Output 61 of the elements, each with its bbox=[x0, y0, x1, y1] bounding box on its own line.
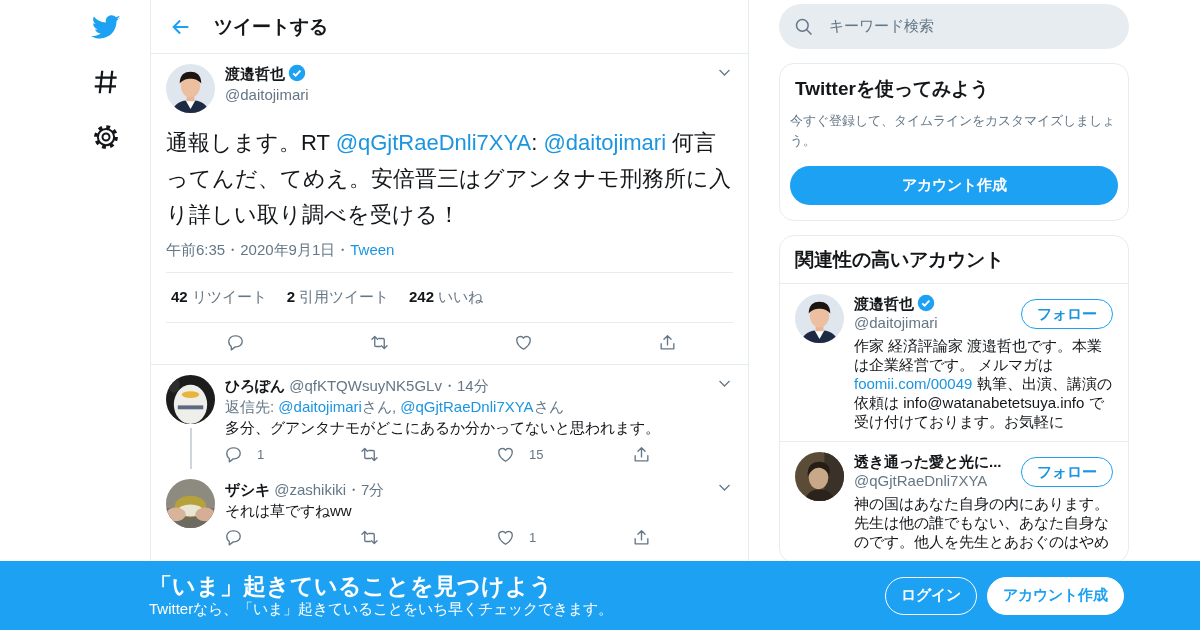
user-name[interactable]: ザシキ bbox=[225, 481, 270, 498]
user-name[interactable]: ひろぽん bbox=[225, 377, 285, 394]
stat-link[interactable]: 2 引用ツイート bbox=[286, 288, 390, 307]
banner-subtitle: Twitterなら、「いま」起きていることをいち早くチェックできます。 bbox=[149, 600, 614, 618]
stat-link[interactable]: 42 リツイート bbox=[171, 288, 267, 307]
banner-title: 「いま」起きていることを見つけよう bbox=[149, 573, 554, 600]
retweet-icon bbox=[360, 528, 379, 547]
like-icon bbox=[496, 445, 515, 464]
reply-icon bbox=[226, 333, 245, 352]
search-icon bbox=[794, 16, 814, 37]
card-title: Twitterを使ってみよう bbox=[795, 77, 990, 101]
user-handle[interactable]: @zashikiki・7分 bbox=[274, 481, 385, 498]
account-bio: 神の国はあなた自身の内にあります。先生は他の誰でもない、あなた自身なのです。他人を先生とあおぐのはやめ bbox=[854, 494, 1110, 551]
retweet-icon bbox=[370, 333, 389, 352]
user-handle[interactable]: @daitojimari bbox=[854, 313, 938, 332]
tweet-text: 通報します。RT @qGjtRaeDnli7XYA: @daitojimari 何言ってんだ、てめえ。安倍晋三はグアンタナモ刑務所に入り詳しい取り調べを受ける！ bbox=[166, 129, 732, 229]
search-field[interactable]: キーワード検索 bbox=[779, 4, 1129, 49]
user-name[interactable]: 渡邉哲也 bbox=[225, 65, 285, 82]
user-name[interactable]: 透き通った愛と光に... bbox=[854, 453, 1002, 470]
source-link[interactable]: Tween bbox=[350, 241, 395, 258]
mention-link[interactable]: @qGjtRaeDnli7XYA bbox=[400, 398, 534, 415]
reply-text: それは草ですねww bbox=[225, 501, 353, 521]
user-name[interactable]: 渡邉哲也 bbox=[854, 295, 914, 312]
retweet-icon bbox=[360, 445, 379, 464]
card-description: 今すぐ登録して、タイムラインをカスタマイズしましょう。 bbox=[790, 112, 1116, 150]
share-button[interactable] bbox=[632, 444, 651, 465]
signup-button[interactable]: アカウント作成 bbox=[987, 576, 1124, 615]
create-account-button[interactable]: アカウント作成 bbox=[790, 166, 1118, 205]
share-icon bbox=[632, 528, 651, 547]
stat-link[interactable]: 242 いいね bbox=[409, 288, 484, 307]
user-handle[interactable]: @qGjtRaeDnli7XYA bbox=[854, 471, 1002, 490]
mention-link[interactable]: @daitojimari bbox=[543, 130, 667, 155]
bio-link[interactable]: foomii.com/00049 bbox=[854, 375, 973, 392]
page-title: ツイートする bbox=[214, 14, 328, 39]
share-button[interactable] bbox=[658, 333, 677, 352]
reply-to-text: 返信先: @daitojimariさん, @qGjtRaeDnli7XYAさん bbox=[225, 397, 565, 417]
like-icon bbox=[496, 528, 515, 547]
like-icon bbox=[514, 333, 533, 352]
like-button[interactable] bbox=[514, 333, 533, 352]
share-button[interactable] bbox=[632, 527, 651, 548]
mention-link[interactable]: @qGjtRaeDnli7XYA bbox=[335, 130, 532, 155]
account-bio: 作家 経済評論家 渡邉哲也です。本業は企業経営です。 メルマガは foomii.com/00049 執筆、出演、講演の依頼は info@watanabetetsuya.info で受け付けております。お気軽に bbox=[854, 336, 1113, 431]
reply-button[interactable] bbox=[226, 333, 245, 352]
tweet-timestamp: 午前6:35・2020年9月1日・Tween bbox=[166, 241, 396, 260]
user-handle[interactable]: @daitojimari bbox=[225, 86, 309, 103]
like-button[interactable]: 15 bbox=[496, 444, 632, 465]
reply-icon bbox=[224, 528, 243, 547]
share-icon bbox=[658, 333, 677, 352]
follow-button[interactable]: フォロー bbox=[1021, 457, 1113, 487]
search-placeholder: キーワード検索 bbox=[829, 17, 934, 36]
retweet-button[interactable] bbox=[370, 333, 389, 352]
user-handle[interactable]: @qfKTQWsuyNK5GLv・14分 bbox=[289, 377, 489, 394]
settings-icon[interactable] bbox=[91, 122, 121, 152]
reply-button[interactable]: 1 bbox=[224, 444, 360, 465]
share-icon bbox=[632, 445, 651, 464]
like-button[interactable]: 1 bbox=[496, 527, 632, 548]
follow-button[interactable]: フォロー bbox=[1021, 299, 1113, 329]
reply-text: 多分、グアンタナモがどこにあるか分かってないと思われます。 bbox=[225, 418, 661, 438]
mention-link[interactable]: @daitojimari bbox=[278, 398, 362, 415]
reply-icon bbox=[224, 445, 243, 464]
card-title: 関連性の高いアカウント bbox=[780, 236, 1128, 284]
